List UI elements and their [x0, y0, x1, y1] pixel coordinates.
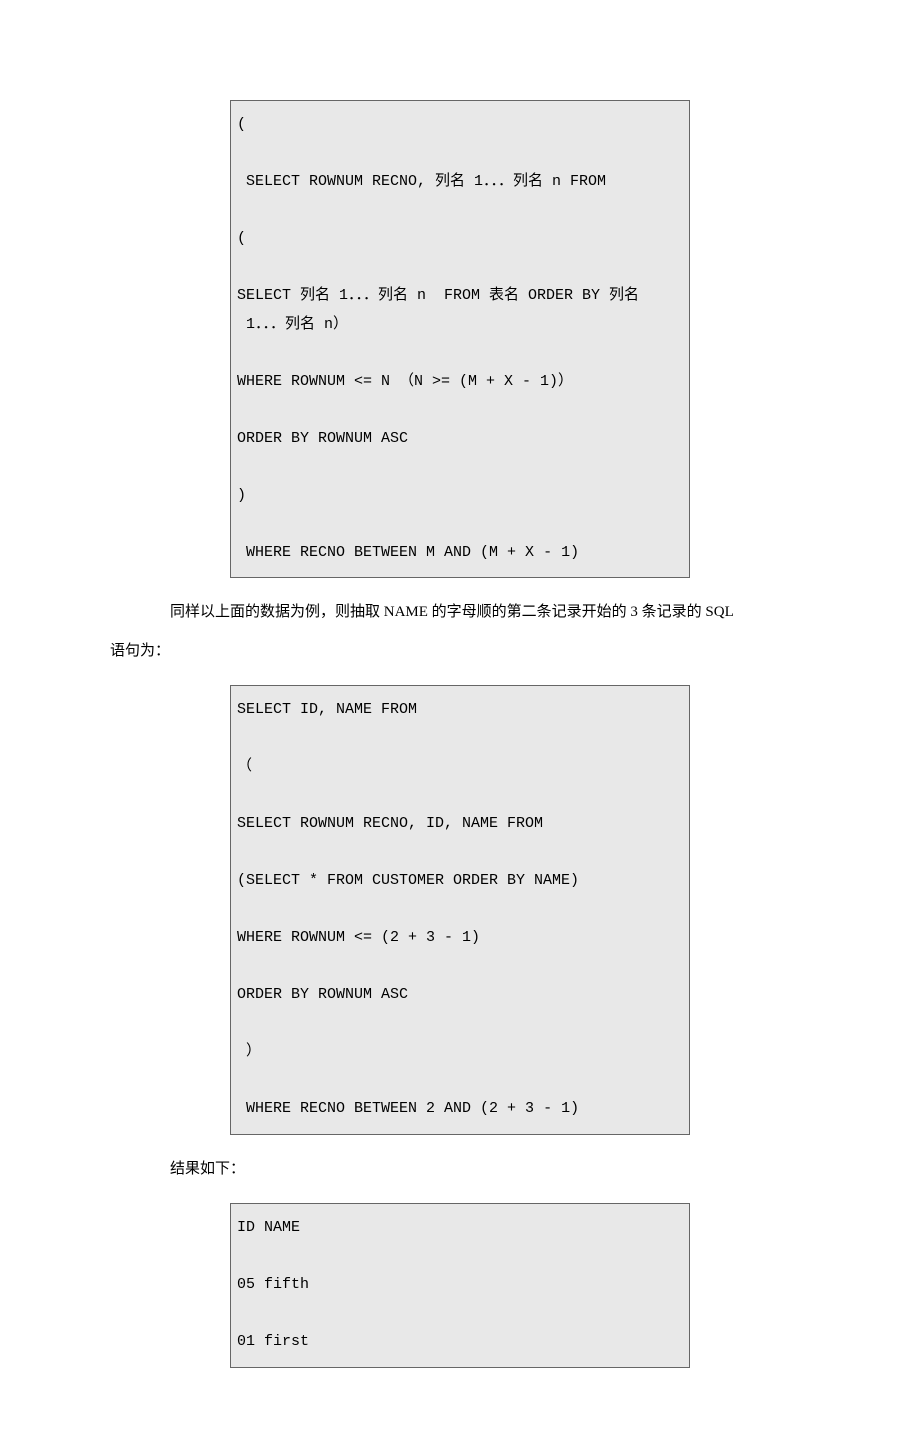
- paragraph-1: 同样以上面的数据为例，则抽取 NAME 的字母顺的第二条记录开始的 3 条记录的…: [110, 598, 810, 665]
- result-block: ID NAME 05 fifth 01 first: [230, 1203, 690, 1368]
- paragraph-1-line-2: 语句为：: [110, 637, 810, 666]
- paragraph-1-line-1: 同样以上面的数据为例，则抽取 NAME 的字母顺的第二条记录开始的 3 条记录的…: [110, 598, 810, 627]
- sql-code-block-1: ( SELECT ROWNUM RECNO, 列名 1．．．列名 n FROM …: [230, 100, 690, 578]
- document-page: ( SELECT ROWNUM RECNO, 列名 1．．．列名 n FROM …: [0, 0, 920, 1448]
- paragraph-2: 结果如下：: [110, 1155, 810, 1184]
- sql-code-block-2: SELECT ID, NAME FROM （ SELECT ROWNUM REC…: [230, 685, 690, 1135]
